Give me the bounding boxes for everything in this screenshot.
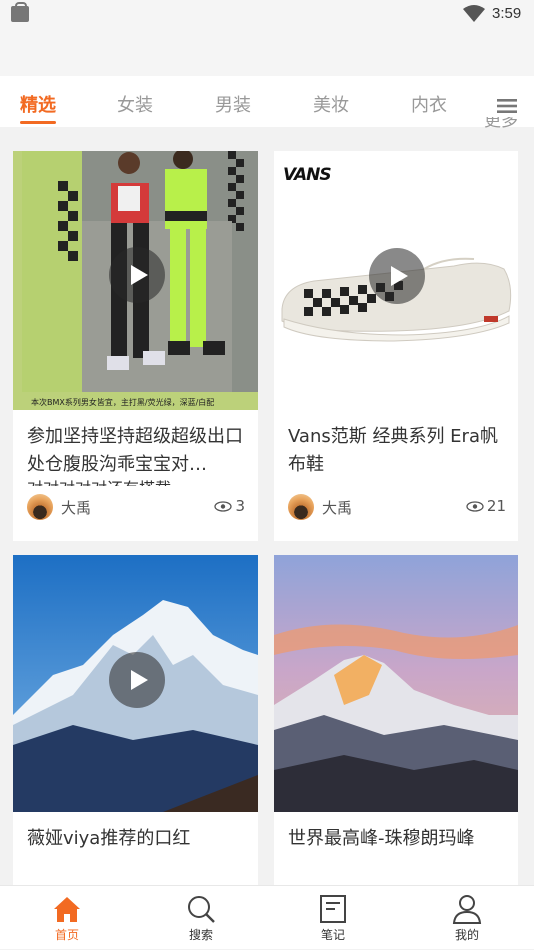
category-tabs: 精选 女装 男装 美妆 内衣: [0, 76, 534, 127]
post-title[interactable]: 参加坚持坚持超级超级出口处仓腹股沟乖宝宝对…: [27, 423, 245, 479]
avatar[interactable]: [288, 494, 314, 520]
play-icon[interactable]: [369, 248, 425, 304]
play-icon[interactable]: [109, 247, 165, 303]
post-card[interactable]: 世界最高峰-珠穆朗玛峰: [274, 555, 518, 885]
view-count: 21: [466, 497, 506, 515]
view-count-value: 21: [486, 497, 506, 515]
avatar[interactable]: [27, 494, 53, 520]
nav-profile-label: 我的: [454, 928, 479, 942]
nav-home[interactable]: 首页: [0, 886, 134, 950]
author-name[interactable]: 大禹: [322, 497, 352, 518]
post-title[interactable]: 世界最高峰-珠穆朗玛峰: [288, 825, 506, 853]
post-image: [13, 555, 258, 812]
nav-notes-label: 笔记: [320, 928, 345, 942]
view-count: 3: [214, 497, 245, 515]
tab-underwear[interactable]: 内衣: [411, 91, 447, 117]
view-count-value: 3: [235, 497, 245, 515]
tab-featured[interactable]: 精选: [20, 91, 56, 117]
post-meta: 大禹 3: [27, 494, 245, 522]
post-title[interactable]: 薇娅viya推荐的口红: [27, 825, 245, 853]
post-image: 本次BMX系列男女皆宜，主打黑/荧光绿，深蓝/白配: [13, 151, 258, 410]
tab-womens[interactable]: 女装: [117, 91, 153, 117]
nav-profile[interactable]: 我的: [400, 886, 534, 950]
post-image: [274, 555, 518, 812]
nav-notes[interactable]: 笔记: [266, 886, 400, 950]
author-name[interactable]: 大禹: [61, 497, 91, 518]
status-bar: 3:59: [0, 0, 534, 30]
header-area: [0, 30, 534, 76]
post-card[interactable]: VANS Vans范斯 经典系列 Era帆布鞋 大禹 21: [274, 151, 518, 541]
search-icon: [188, 896, 215, 923]
post-title[interactable]: Vans范斯 经典系列 Era帆布鞋: [288, 423, 506, 479]
shopping-bag-icon: [11, 2, 29, 22]
home-icon: [54, 897, 80, 922]
nav-search-label: 搜索: [188, 928, 213, 942]
nav-home-label: 首页: [54, 928, 79, 942]
tab-beauty[interactable]: 美妆: [313, 91, 349, 117]
notes-icon: [320, 895, 346, 923]
post-image: VANS: [274, 151, 518, 410]
menu-icon[interactable]: [497, 98, 517, 114]
post-card[interactable]: 薇娅viya推荐的口红: [13, 555, 258, 885]
image-caption: 本次BMX系列男女皆宜，主打黑/荧光绿，深蓝/白配: [31, 398, 215, 407]
more-link[interactable]: 更多: [484, 117, 518, 131]
bottom-nav: 首页 搜索 笔记 我的: [0, 885, 534, 949]
nav-search[interactable]: 搜索: [134, 886, 268, 950]
tab-indicator: [20, 121, 56, 124]
tab-mens[interactable]: 男装: [215, 91, 251, 117]
wifi-icon: [463, 5, 485, 22]
eye-icon: [214, 501, 233, 512]
post-meta: 大禹 21: [288, 494, 506, 522]
profile-icon: [452, 895, 482, 924]
eye-icon: [466, 501, 484, 512]
post-title-overflow: 对对对对对还有搭载: [27, 478, 171, 486]
post-card[interactable]: 本次BMX系列男女皆宜，主打黑/荧光绿，深蓝/白配 参加坚持坚持超级超级出口处仓…: [13, 151, 258, 541]
play-icon[interactable]: [109, 652, 165, 708]
status-time: 3:59: [492, 5, 522, 22]
